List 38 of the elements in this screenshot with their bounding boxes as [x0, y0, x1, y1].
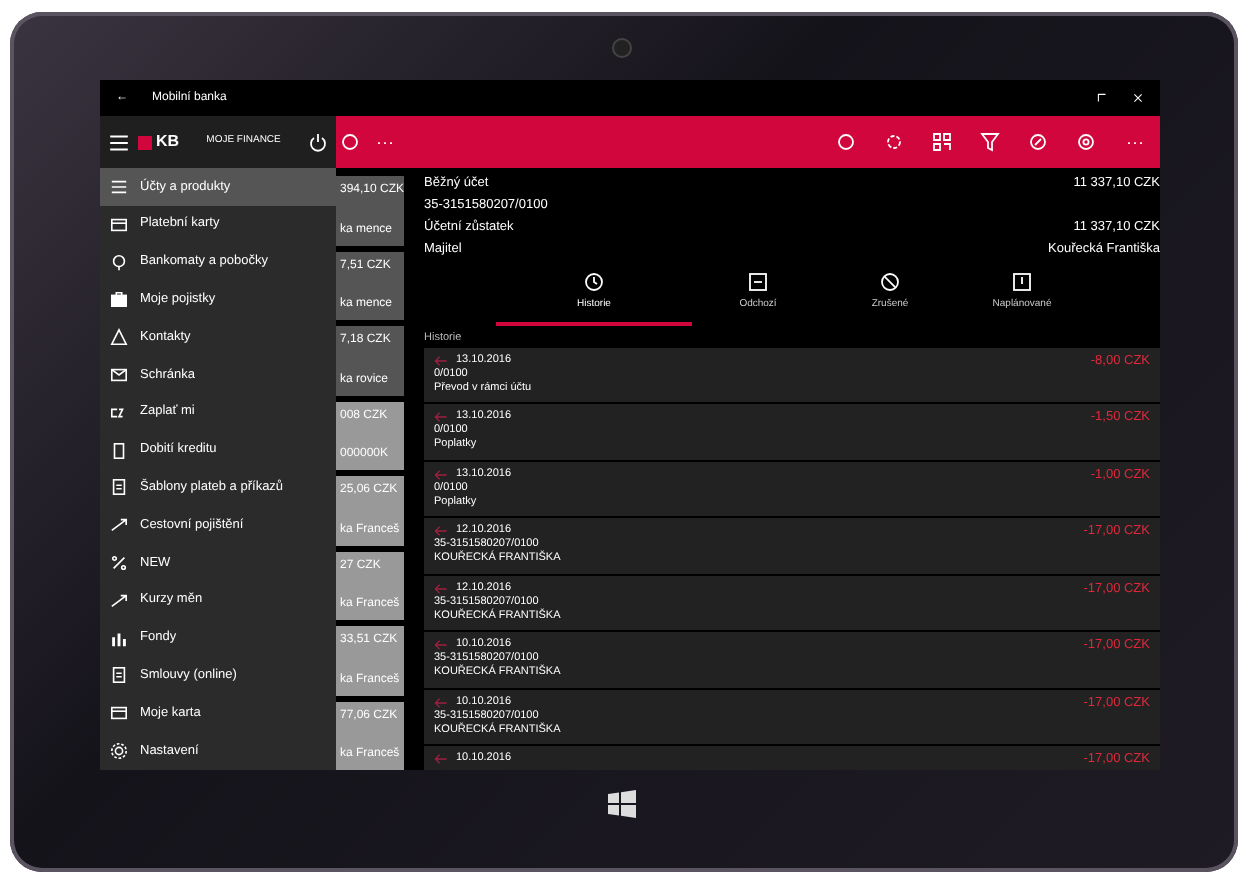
- arrow-icon: [434, 410, 448, 425]
- arrow-icon: [434, 524, 448, 539]
- envelope-icon: [110, 365, 128, 384]
- close-icon[interactable]: [1132, 92, 1144, 104]
- restore-icon[interactable]: [1096, 92, 1108, 104]
- card-icon: [110, 704, 128, 723]
- clock-icon: [584, 272, 604, 292]
- filter-icon[interactable]: [980, 132, 1000, 152]
- card-icon: [110, 215, 128, 234]
- document-icon: [110, 666, 128, 685]
- arrow-icon: [434, 695, 448, 710]
- power-icon[interactable]: [308, 132, 328, 152]
- exclamation-square-icon: [1012, 272, 1032, 292]
- prohibited-icon: [880, 272, 900, 292]
- pin-icon: [110, 253, 128, 272]
- bar-chart-icon: [110, 629, 128, 648]
- more-button[interactable]: ···: [1110, 133, 1160, 151]
- refresh-icon[interactable]: [340, 132, 360, 152]
- qr-code-icon[interactable]: [932, 132, 952, 152]
- arrow-icon: [434, 467, 448, 482]
- briefcase-icon: [110, 290, 128, 309]
- arrow-icon: [434, 638, 448, 653]
- minus-square-icon: [748, 272, 768, 292]
- bank-logo: KB: [138, 130, 180, 154]
- refresh-icon[interactable]: [836, 132, 856, 152]
- list-icon: [110, 177, 128, 196]
- currency-icon: [110, 403, 128, 422]
- windows-logo-icon[interactable]: [608, 790, 636, 818]
- percent-icon: [110, 554, 128, 573]
- arrow-icon: [434, 353, 448, 368]
- more-button[interactable]: ···: [360, 133, 410, 151]
- document-icon: [110, 478, 128, 497]
- triangle-icon: [110, 328, 128, 347]
- arrow-icon: [434, 581, 448, 596]
- settings-icon: [110, 742, 128, 761]
- menu-icon[interactable]: [108, 131, 130, 153]
- arrow-icon: [434, 752, 448, 767]
- camera-icon: [612, 38, 632, 58]
